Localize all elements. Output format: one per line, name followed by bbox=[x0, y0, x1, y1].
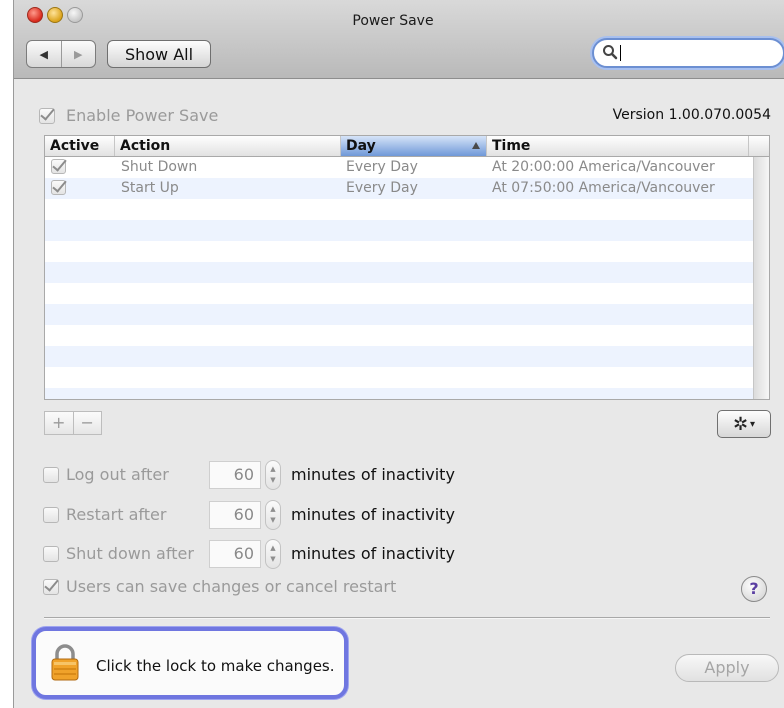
stepper-down-icon[interactable]: ▼ bbox=[270, 515, 275, 526]
apply-button[interactable]: Apply bbox=[675, 654, 779, 682]
column-header-action[interactable]: Action bbox=[115, 136, 341, 156]
help-button[interactable]: ? bbox=[741, 576, 767, 602]
row-day: Every Day bbox=[346, 159, 418, 175]
gear-icon: ✲ bbox=[732, 413, 749, 435]
restart-minutes-field[interactable]: 60 bbox=[209, 501, 261, 529]
back-arrow-icon: ◀ bbox=[39, 47, 48, 61]
log-out-after-checkbox[interactable] bbox=[43, 467, 59, 483]
log-out-suffix-label: minutes of inactivity bbox=[291, 465, 455, 484]
back-button[interactable]: ◀ bbox=[27, 41, 62, 67]
row-time: At 20:00:00 America/Vancouver bbox=[492, 159, 715, 175]
shut-down-minutes-field[interactable]: 60 bbox=[209, 540, 261, 568]
column-header-day[interactable]: Day bbox=[341, 136, 487, 156]
back-forward-control: ◀ ▶ bbox=[26, 40, 96, 68]
stepper-up-icon[interactable]: ▲ bbox=[270, 543, 275, 554]
log-out-after-label: Log out after bbox=[66, 465, 169, 484]
add-remove-control: + − bbox=[44, 411, 102, 435]
column-header-day-label: Day bbox=[346, 138, 376, 154]
row-active-checkbox[interactable] bbox=[51, 159, 66, 174]
restart-after-label: Restart after bbox=[66, 505, 167, 524]
lock-icon[interactable] bbox=[50, 643, 80, 681]
stepper-down-icon[interactable]: ▼ bbox=[270, 554, 275, 565]
sort-ascending-icon bbox=[472, 142, 480, 149]
search-field[interactable] bbox=[592, 38, 784, 68]
log-out-minutes-field[interactable]: 60 bbox=[209, 461, 261, 489]
row-action: Start Up bbox=[121, 180, 179, 196]
divider bbox=[44, 617, 770, 619]
remove-button[interactable]: − bbox=[74, 412, 102, 434]
restart-suffix-label: minutes of inactivity bbox=[291, 505, 455, 524]
search-icon bbox=[603, 45, 618, 60]
row-active-checkbox[interactable] bbox=[51, 180, 66, 195]
restart-minutes-stepper[interactable]: ▲ ▼ bbox=[265, 500, 281, 530]
row-time: At 07:50:00 America/Vancouver bbox=[492, 180, 715, 196]
row-action: Shut Down bbox=[121, 159, 198, 175]
text-caret bbox=[620, 45, 621, 61]
shut-down-after-checkbox[interactable] bbox=[43, 546, 59, 562]
column-header-time[interactable]: Time bbox=[487, 136, 749, 156]
row-day: Every Day bbox=[346, 180, 418, 196]
enable-power-save-label: Enable Power Save bbox=[66, 106, 219, 125]
lock-panel: Click the lock to make changes. bbox=[32, 627, 348, 699]
table-row[interactable]: Shut Down Every Day At 20:00:00 America/… bbox=[45, 157, 754, 178]
users-can-save-checkbox[interactable] bbox=[43, 579, 59, 595]
stepper-down-icon[interactable]: ▼ bbox=[270, 475, 275, 486]
log-out-minutes-stepper[interactable]: ▲ ▼ bbox=[265, 460, 281, 490]
action-menu-button[interactable]: ✲ ▾ bbox=[717, 410, 771, 438]
shut-down-after-label: Shut down after bbox=[66, 544, 194, 563]
table-body: Shut Down Every Day At 20:00:00 America/… bbox=[45, 157, 754, 399]
enable-power-save-checkbox[interactable] bbox=[39, 108, 55, 124]
stepper-up-icon[interactable]: ▲ bbox=[270, 464, 275, 475]
add-button[interactable]: + bbox=[45, 412, 74, 434]
shut-down-minutes-stepper[interactable]: ▲ ▼ bbox=[265, 539, 281, 569]
lock-message: Click the lock to make changes. bbox=[96, 657, 335, 675]
stepper-up-icon[interactable]: ▲ bbox=[270, 504, 275, 515]
chevron-down-icon: ▾ bbox=[750, 418, 756, 430]
users-can-save-label: Users can save changes or cancel restart bbox=[66, 577, 397, 596]
table-scrollbar[interactable] bbox=[753, 157, 769, 399]
table-header: Active Action Day Time bbox=[45, 136, 769, 157]
column-header-active[interactable]: Active bbox=[45, 136, 115, 156]
toolbar: Power Save ◀ ▶ Show All bbox=[14, 0, 784, 79]
forward-button[interactable]: ▶ bbox=[62, 41, 96, 67]
power-save-window: Power Save ◀ ▶ Show All Enable Power Sav… bbox=[13, 0, 784, 708]
show-all-button[interactable]: Show All bbox=[107, 40, 211, 68]
schedule-table: Active Action Day Time Shut Down Every D… bbox=[44, 135, 770, 400]
shut-down-suffix-label: minutes of inactivity bbox=[291, 544, 455, 563]
version-label: Version 1.00.070.0054 bbox=[612, 107, 771, 123]
window-title: Power Save bbox=[352, 13, 434, 29]
forward-arrow-icon: ▶ bbox=[74, 47, 83, 61]
restart-after-checkbox[interactable] bbox=[43, 507, 59, 523]
table-row[interactable]: Start Up Every Day At 07:50:00 America/V… bbox=[45, 178, 754, 199]
